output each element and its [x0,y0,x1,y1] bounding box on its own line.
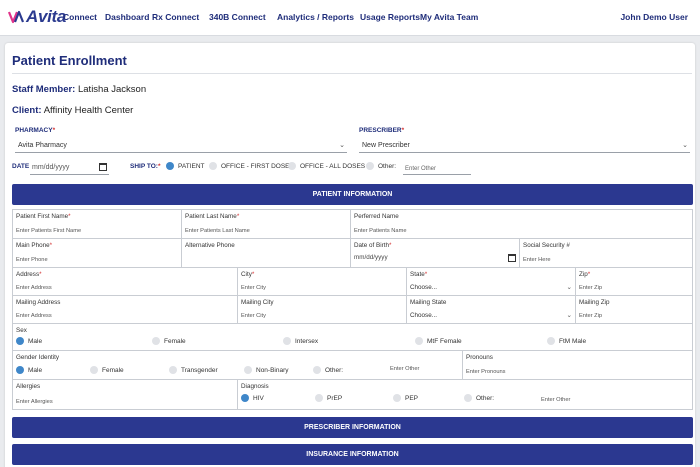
chevron-down-icon: ⌄ [566,284,572,291]
top-navbar: Avita Connect Dashboard Rx Connect 340B … [0,0,700,36]
staff-member-value: Latisha Jackson [77,84,147,95]
mailing-zip-field[interactable]: Mailing Zip Enter Zip [575,295,693,324]
prescriber-information-header[interactable]: PRESCRIBER INFORMATION [12,417,693,438]
radio-icon [90,366,98,374]
nav-analytics-reports[interactable]: Analytics / Reports [277,12,354,22]
radio-icon [464,394,472,402]
state-select[interactable]: State* Choose... ⌄ [406,267,576,296]
alternative-phone-field[interactable]: Alternative Phone [181,238,351,268]
main-phone-field[interactable]: Main Phone* Enter Phone [12,238,182,268]
allergies-field[interactable]: Allergies Enter Allergies [12,379,238,410]
nav-usage-reports[interactable]: Usage Reports [360,12,420,22]
mailing-state-select[interactable]: Mailing State Choose... ⌄ [406,295,576,324]
gender-identity-group: Gender Identity Male Female Transgender … [12,350,463,380]
chevron-down-icon: ⌄ [339,142,345,149]
pharmacy-select[interactable]: Avita Pharmacy ⌄ [15,137,347,153]
ship-to-other-input[interactable]: Enter Other [403,162,471,175]
mailing-address-field[interactable]: Mailing Address Enter Address [12,295,238,324]
patient-last-name-field[interactable]: Patient Last Name* Enter Patients Last N… [181,209,351,239]
mailing-city-field[interactable]: Mailing City Enter City [237,295,407,324]
chevron-down-icon: ⌄ [566,312,572,319]
diagnosis-other-radio[interactable]: Other: [464,394,494,402]
ship-to-patient-radio[interactable]: PATIENT [166,162,204,170]
page-title: Patient Enrollment [12,53,127,68]
staff-member-label: Staff Member: [12,84,76,95]
radio-icon [283,337,291,345]
pharmacy-label: PHARMACY* [15,127,56,134]
calendar-icon[interactable] [508,254,516,262]
gender-other-input[interactable]: Enter Other [390,366,419,372]
nav-rx-connect[interactable]: Rx Connect [152,12,199,22]
prescriber-select[interactable]: New Prescriber ⌄ [359,137,690,153]
nav-340b-connect[interactable]: 340B Connect [209,12,266,22]
ship-to-office-first-radio[interactable]: OFFICE - FIRST DOSE [209,162,290,170]
gender-female-radio[interactable]: Female [90,366,124,374]
calendar-icon[interactable] [99,163,107,171]
sex-ftm-radio[interactable]: FtM Male [547,337,586,345]
radio-icon [415,337,423,345]
title-divider [12,73,692,74]
staff-member-line: Staff Member: Latisha Jackson [12,84,146,95]
date-input[interactable]: mm/dd/yyyy [30,161,109,175]
client-line: Client: Affinity Health Center [12,105,133,116]
radio-selected-icon [166,162,174,170]
patient-first-name-field[interactable]: Patient First Name* Enter Patients First… [12,209,182,239]
radio-icon [169,366,177,374]
radio-icon [209,162,217,170]
diagnosis-prep-radio[interactable]: PrEP [315,394,342,402]
address-field[interactable]: Address* Enter Address [12,267,238,296]
prescriber-label: PRESCRIBER* [359,127,405,134]
city-field[interactable]: City* Enter City [237,267,407,296]
radio-icon [313,366,321,374]
pronouns-field[interactable]: Pronouns Enter Pronouns [462,350,693,380]
client-value: Affinity Health Center [43,105,134,116]
gender-nonbinary-radio[interactable]: Non-Binary [244,366,289,374]
sex-intersex-radio[interactable]: Intersex [283,337,318,345]
diagnosis-other-input[interactable]: Enter Other [541,397,570,403]
radio-icon [244,366,252,374]
date-of-birth-field[interactable]: Date of Birth* mm/dd/yyyy [350,238,520,268]
ship-to-office-all-radio[interactable]: OFFICE - ALL DOSES [288,162,365,170]
zip-field[interactable]: Zip* Enter Zip [575,267,693,296]
sex-female-radio[interactable]: Female [152,337,186,345]
date-label: DATE [12,163,30,170]
client-label: Client: [12,105,42,116]
sex-group: Sex Male Female Intersex MtF Female FtM … [12,323,693,351]
nav-my-avita-team[interactable]: My Avita Team [420,12,478,22]
diagnosis-group: Diagnosis HIV PrEP PEP Other: Enter Othe… [237,379,693,410]
diagnosis-pep-radio[interactable]: PEP [393,394,418,402]
sex-mtf-radio[interactable]: MtF Female [415,337,462,345]
logo-text: Avita [26,7,67,26]
nav-dashboard[interactable]: Dashboard [105,12,149,22]
radio-icon [366,162,374,170]
ship-to-other-radio[interactable]: Other: [366,162,396,170]
radio-icon [315,394,323,402]
radio-icon [393,394,401,402]
user-menu[interactable]: John Demo User [620,12,688,22]
diagnosis-hiv-radio[interactable]: HIV [241,394,264,402]
chevron-down-icon: ⌄ [682,142,688,149]
radio-icon [152,337,160,345]
radio-icon [288,162,296,170]
enrollment-card: Patient Enrollment Staff Member: Latisha… [5,43,695,467]
insurance-information-header[interactable]: INSURANCE INFORMATION [12,444,693,465]
gender-transgender-radio[interactable]: Transgender [169,366,218,374]
sex-male-radio[interactable]: Male [16,337,42,345]
radio-selected-icon [16,366,24,374]
logo-mark-icon [7,9,26,25]
social-security-field[interactable]: Social Security # Enter Here [519,238,693,268]
radio-selected-icon [241,394,249,402]
nav-connect[interactable]: Connect [63,12,97,22]
ship-to-label: SHIP TO:* [130,163,161,170]
patient-information-header[interactable]: PATIENT INFORMATION [12,184,693,205]
gender-other-radio[interactable]: Other: [313,366,343,374]
preferred-name-field[interactable]: Perferred Name Enter Patients Name [350,209,693,239]
gender-male-radio[interactable]: Male [16,366,42,374]
radio-selected-icon [16,337,24,345]
avita-logo[interactable]: Avita [7,6,67,28]
radio-icon [547,337,555,345]
